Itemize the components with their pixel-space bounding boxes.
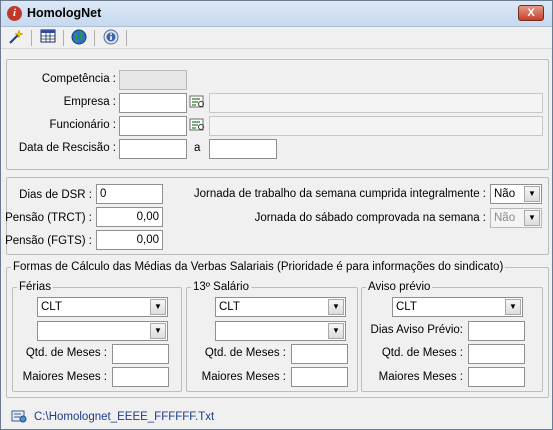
salario13-maiores-field[interactable] — [291, 367, 348, 387]
funcionario-search-icon[interactable] — [189, 118, 205, 134]
toolbar-separator — [63, 30, 64, 46]
ferias-tipo-value: CLT — [41, 301, 62, 313]
funcionario-name-field — [209, 116, 543, 136]
ferias-tipo-select[interactable]: CLT ▼ — [37, 297, 168, 317]
info-icon[interactable] — [101, 29, 121, 47]
competencia-field[interactable] — [119, 70, 187, 90]
app-info-icon: i — [7, 6, 22, 21]
aviso-maiores-label: Maiores Meses : — [378, 371, 463, 383]
aviso-tipo-select[interactable]: CLT ▼ — [392, 297, 523, 317]
jornada-sabado-value: Não — [494, 212, 516, 224]
globe-icon[interactable] — [69, 29, 89, 47]
ferias-qtd-field[interactable] — [112, 344, 169, 364]
salario13-legend: 13º Salário — [193, 281, 249, 293]
salario13-qtd-label: Qtd. de Meses : — [204, 347, 286, 359]
jornada-sabado-label: Jornada do sábado comprovada na semana : — [254, 212, 486, 224]
pensao-fgts-label: Pensão (FGTS) : — [5, 235, 92, 247]
pensao-trct-field[interactable]: 0,00 — [96, 207, 163, 227]
ferias-legend: Férias — [19, 281, 51, 293]
aviso-qtd-field[interactable] — [468, 344, 525, 364]
salario13-maiores-label: Maiores Meses : — [201, 371, 286, 383]
jornada-semana-select[interactable]: Não ▼ — [490, 184, 542, 204]
aviso-legend: Aviso prévio — [368, 281, 431, 293]
salario13-tipo-select[interactable]: CLT ▼ — [215, 297, 346, 317]
funcionario-field[interactable] — [119, 116, 187, 136]
rescisao-from-field[interactable] — [119, 139, 187, 159]
empresa-name-field — [209, 93, 543, 113]
chevron-down-icon[interactable]: ▼ — [150, 323, 166, 339]
chevron-down-icon[interactable]: ▼ — [328, 323, 344, 339]
chevron-down-icon[interactable]: ▼ — [524, 186, 540, 202]
salario13-tipo-value: CLT — [219, 301, 240, 313]
empresa-field[interactable] — [119, 93, 187, 113]
file-icon — [11, 409, 27, 423]
main-window: i HomologNet X Competência : Empresa : F… — [0, 0, 553, 430]
toolbar-separator — [94, 30, 95, 46]
chevron-down-icon[interactable]: ▼ — [505, 299, 521, 315]
jornada-semana-value: Não — [494, 188, 516, 200]
formas-calculo-legend: Formas de Cálculo das Médias da Verbas S… — [13, 261, 504, 273]
status-bar: C:\Homolognet_EEEE_FFFFFF.Txt — [1, 405, 552, 429]
ferias-maiores-field[interactable] — [112, 367, 169, 387]
ferias-maiores-label: Maiores Meses : — [22, 371, 107, 383]
rescisao-to-field[interactable] — [209, 139, 277, 159]
empresa-search-icon[interactable] — [189, 95, 205, 111]
wizard-icon[interactable] — [6, 29, 26, 47]
jornada-sabado-select[interactable]: Não ▼ — [490, 208, 542, 228]
close-button[interactable]: X — [518, 5, 544, 21]
aviso-qtd-label: Qtd. de Meses : — [381, 347, 463, 359]
table-icon[interactable] — [38, 29, 58, 47]
dsr-panel: Dias de DSR : 0 Pensão (TRCT) : 0,00 Pen… — [5, 177, 549, 255]
rescisao-label: Data de Rescisão : — [18, 142, 116, 154]
title-bar: i HomologNet X — [1, 1, 552, 27]
toolbar-separator — [126, 30, 127, 46]
funcionario-label: Funcionário : — [49, 119, 116, 131]
toolbar-separator — [31, 30, 32, 46]
chevron-down-icon[interactable]: ▼ — [150, 299, 166, 315]
aviso-dias-field[interactable] — [468, 321, 525, 341]
file-path-text: C:\Homolognet_EEEE_FFFFFF.Txt — [34, 411, 215, 423]
rescisao-a-label: a — [194, 142, 201, 154]
toolbar — [1, 27, 552, 49]
empresa-label: Empresa : — [63, 96, 116, 108]
window-title: HomologNet — [27, 6, 102, 20]
dias-dsr-field[interactable]: 0 — [96, 184, 163, 204]
salario13-forma-select[interactable]: ▼ — [215, 321, 346, 341]
ferias-forma-select[interactable]: ▼ — [37, 321, 168, 341]
aviso-dias-label: Dias Aviso Prévio: — [370, 324, 463, 336]
jornada-semana-label: Jornada de trabalho da semana cumprida i… — [193, 188, 486, 200]
pensao-trct-label: Pensão (TRCT) : — [5, 212, 92, 224]
aviso-maiores-field[interactable] — [468, 367, 525, 387]
ferias-qtd-label: Qtd. de Meses : — [25, 347, 107, 359]
chevron-down-icon[interactable]: ▼ — [328, 299, 344, 315]
dias-dsr-label: Dias de DSR : — [19, 189, 92, 201]
competencia-label: Competência : — [41, 73, 116, 85]
header-panel: Competência : Empresa : Funcionário : Da… — [6, 59, 549, 170]
chevron-down-icon[interactable]: ▼ — [524, 210, 540, 226]
pensao-fgts-field[interactable]: 0,00 — [96, 230, 163, 250]
salario13-qtd-field[interactable] — [291, 344, 348, 364]
aviso-tipo-value: CLT — [396, 301, 417, 313]
